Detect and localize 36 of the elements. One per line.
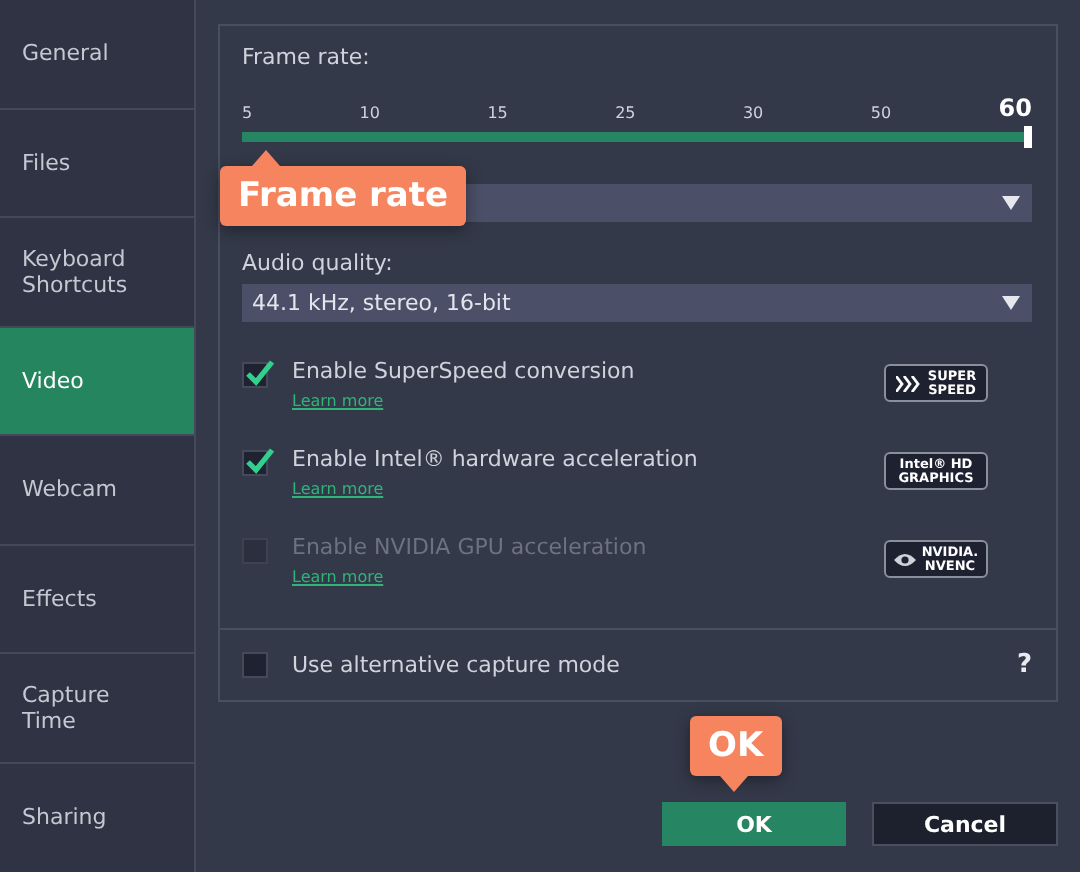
- option-label: Use alternative capture mode: [292, 652, 622, 678]
- tick-label: 5: [242, 104, 253, 122]
- cancel-button[interactable]: Cancel: [872, 802, 1058, 846]
- slider-thumb[interactable]: [1024, 126, 1032, 148]
- learn-more-link[interactable]: Learn more: [292, 480, 384, 498]
- checkbox[interactable]: [242, 450, 268, 476]
- learn-more-link[interactable]: Learn more: [292, 392, 384, 410]
- dropdown-caret-icon: [1002, 296, 1020, 310]
- sidebar-item[interactable]: Video: [0, 327, 194, 436]
- sidebar-item[interactable]: Sharing: [0, 763, 194, 872]
- ok-button[interactable]: OK: [662, 802, 846, 846]
- option-label: Enable SuperSpeed conversion: [292, 358, 635, 384]
- tick-label: 50: [870, 104, 892, 122]
- help-icon[interactable]: ?: [1016, 650, 1032, 680]
- tick-label: 60: [998, 94, 1032, 122]
- checkbox[interactable]: [242, 362, 268, 388]
- sidebar-item[interactable]: Effects: [0, 545, 194, 654]
- dropdown-caret-icon: [1002, 196, 1020, 210]
- chevrons-icon: [895, 375, 922, 391]
- tick-label: 15: [487, 104, 508, 122]
- tooltip-pointer: [252, 150, 280, 166]
- checkbox[interactable]: [242, 652, 268, 678]
- sidebar-item[interactable]: Capture Time: [0, 654, 194, 763]
- sidebar-item[interactable]: Webcam: [0, 436, 194, 545]
- tick-label: 30: [742, 104, 764, 122]
- frame-rate-label: Frame rate:: [242, 44, 370, 70]
- option-label: Enable Intel® hardware acceleration: [292, 446, 698, 472]
- sidebar-item[interactable]: Files: [0, 109, 194, 218]
- sidebar-item[interactable]: General: [0, 0, 194, 109]
- audio-quality-dropdown[interactable]: 44.1 kHz, stereo, 16-bit: [242, 284, 1032, 322]
- tick-label: 10: [359, 104, 380, 122]
- eye-icon: [893, 551, 916, 567]
- audio-quality-label: Audio quality:: [242, 250, 393, 276]
- tick-label: 25: [615, 104, 636, 122]
- option-label: Enable NVIDIA GPU acceleration: [292, 534, 647, 560]
- tooltip-pointer: [720, 776, 748, 792]
